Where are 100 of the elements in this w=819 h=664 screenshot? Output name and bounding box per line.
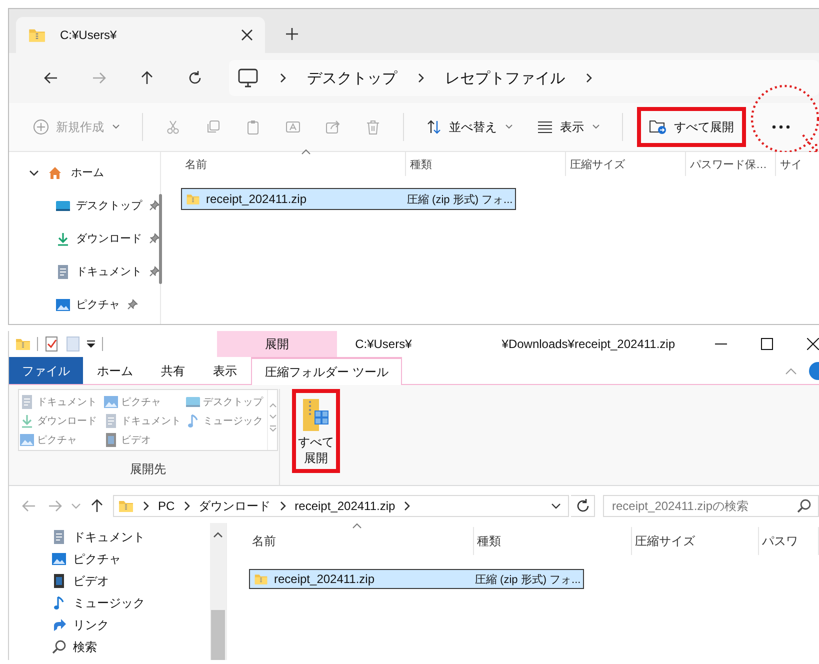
picture-icon: [103, 394, 119, 410]
sidebar-item[interactable]: ダウンロード: [9, 222, 160, 255]
sort-caret-icon: [352, 523, 362, 529]
search-icon: [796, 498, 812, 514]
ribbon-tab[interactable]: ファイル: [9, 357, 83, 384]
sidebar-item[interactable]: ホーム: [9, 156, 104, 189]
dropdown-icon[interactable]: [86, 339, 96, 349]
tab-title: C:¥Users¥: [60, 28, 118, 42]
scissors-icon: [165, 119, 181, 135]
document-icon: [19, 394, 35, 410]
chevron-right-icon: [279, 72, 287, 84]
refresh-icon: [574, 498, 590, 514]
file-row[interactable]: receipt_202411.zip 圧縮 (zip 形式) フォ...: [181, 188, 516, 210]
copy-icon: [205, 119, 221, 135]
plus-circle-icon: [33, 119, 49, 135]
zip-folder-icon: [254, 572, 268, 586]
close-icon[interactable]: [241, 29, 253, 41]
ribbon-tab[interactable]: 共有: [147, 357, 199, 384]
ribbon-tab[interactable]: 圧縮フォルダー ツール: [251, 357, 402, 385]
plus-icon[interactable]: [285, 27, 299, 41]
column-header[interactable]: 名前: [249, 527, 474, 555]
sidebar-item[interactable]: 検索: [51, 636, 210, 658]
chevron-right-icon: [182, 500, 191, 512]
help-icon[interactable]: [809, 362, 819, 380]
column-header[interactable]: 圧縮サイズ: [566, 152, 686, 176]
clipboard-icon: [245, 119, 261, 135]
address-bar[interactable]: PC ダウンロード receipt_202411.zip: [113, 495, 569, 517]
breadcrumb[interactable]: receipt_202411.zip: [294, 499, 396, 513]
folder-extract-icon: [649, 119, 667, 135]
ribbon-tab[interactable]: ホーム: [83, 357, 147, 384]
extract-all-button[interactable]: すべて 展開: [292, 389, 340, 473]
ribbon-tab[interactable]: 表示: [199, 357, 251, 384]
file-name: receipt_202411.zip: [206, 192, 307, 206]
collapse-ribbon-icon[interactable]: [785, 366, 797, 374]
zip-extract-icon: [301, 396, 331, 433]
window-tab[interactable]: C:¥Users¥: [16, 17, 265, 53]
sidebar-item[interactable]: ビデオ: [51, 570, 210, 592]
zip-folder-icon: [118, 498, 134, 514]
sidebar-item[interactable]: ドキュメント: [9, 255, 160, 288]
address-bar[interactable]: デスクトップ レセプトファイル: [229, 60, 819, 96]
column-header[interactable]: 種類: [406, 152, 566, 176]
close-icon[interactable]: [807, 338, 819, 350]
film-icon: [51, 573, 67, 589]
download-icon: [55, 230, 71, 246]
sidebar-item[interactable]: ミュージック: [51, 592, 210, 614]
extract-all-button[interactable]: すべて展開: [637, 107, 746, 147]
search-field[interactable]: receipt_202411.zipの検索: [603, 495, 819, 517]
window-title: ¥Downloads¥receipt_202411.zip: [502, 337, 675, 351]
sidebar-item[interactable]: デスクトップ: [9, 189, 160, 222]
picture-icon: [55, 296, 71, 312]
chevron-right-icon: [278, 500, 287, 512]
breadcrumb[interactable]: デスクトップ: [307, 68, 397, 88]
document-icon: [55, 264, 71, 280]
scrollbar[interactable]: [159, 194, 162, 284]
sidebar-item[interactable]: ピクチャ: [9, 288, 138, 321]
properties-icon[interactable]: [44, 336, 60, 352]
sidebar-item[interactable]: リンク: [51, 614, 210, 636]
trash-icon: [365, 119, 381, 135]
refresh-button[interactable]: [571, 495, 595, 517]
breadcrumb[interactable]: ダウンロード: [198, 498, 271, 514]
download-icon: [19, 412, 35, 428]
file-type: 圧縮 (zip 形式) フォ...: [475, 572, 581, 586]
picture-icon: [51, 551, 67, 567]
sidebar-item[interactable]: ドキュメント: [51, 526, 210, 548]
up-arrow-icon: [139, 70, 155, 86]
maximize-icon[interactable]: [761, 338, 773, 350]
chevron-right-icon: [403, 500, 412, 512]
scrollbar[interactable]: [210, 523, 226, 660]
zip-folder-icon: [15, 336, 31, 352]
sidebar-item[interactable]: ピクチャ: [51, 548, 210, 570]
chevron-right-icon: [585, 72, 593, 84]
column-header[interactable]: 圧縮サイズ: [632, 527, 759, 555]
zip-folder-icon: [186, 192, 200, 206]
group-label: 展開先: [130, 461, 166, 478]
column-header[interactable]: 種類: [474, 527, 632, 555]
breadcrumb[interactable]: レセプトファイル: [445, 68, 565, 88]
file-name: receipt_202411.zip: [274, 572, 375, 586]
scroll-up-icon[interactable]: [213, 531, 223, 539]
column-header[interactable]: 名前: [181, 152, 406, 176]
film-icon: [103, 432, 119, 448]
context-tab-label: 展開: [216, 331, 338, 357]
column-header[interactable]: パスワ: [759, 527, 819, 555]
file-row[interactable]: receipt_202411.zip 圧縮 (zip 形式) フォ...: [249, 569, 584, 589]
refresh-icon: [187, 70, 203, 86]
breadcrumb[interactable]: PC: [158, 499, 175, 513]
forward-arrow-icon: [91, 70, 107, 86]
document-icon: [103, 412, 119, 428]
caret-icon: [592, 124, 600, 130]
view-button[interactable]: 表示: [529, 108, 608, 146]
monitor-icon: [237, 68, 259, 88]
caret-icon: [112, 124, 120, 130]
dotted-circle-arrow-drawing: [750, 84, 819, 154]
sort-button[interactable]: 並べ替え: [418, 108, 521, 146]
column-header[interactable]: パスワード保…: [686, 152, 776, 176]
sort-arrows-icon: [426, 119, 442, 135]
arrow-icon: [51, 617, 67, 633]
chevron-right-icon: [417, 72, 425, 84]
column-header[interactable]: サイ: [776, 152, 819, 176]
rename-icon: [285, 119, 301, 135]
sort-caret-icon: [301, 149, 311, 155]
